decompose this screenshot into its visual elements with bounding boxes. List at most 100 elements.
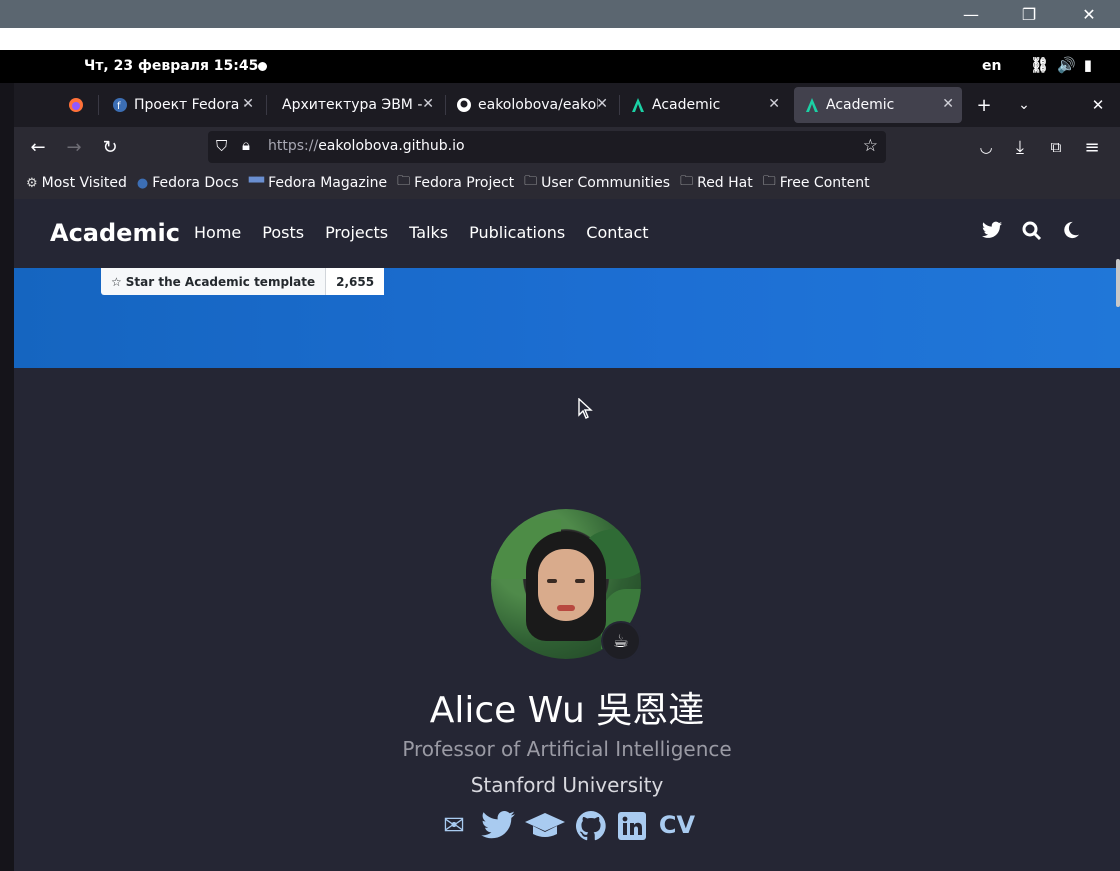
scrollbar-thumb[interactable] [1116,259,1120,307]
forward-arrow-icon[interactable]: → [62,135,86,159]
tab-close-icon[interactable]: ✕ [242,96,254,112]
bookmark-red-hat[interactable]: 🗀 Red Hat [680,172,753,194]
tab-academic-1[interactable]: Academic ✕ [620,87,788,123]
host-title-bar: — ❐ ✕ [0,0,1120,28]
menu-publications[interactable]: Publications [469,223,565,242]
site-menu: Home Posts Projects Talks Publications C… [194,223,649,242]
bookmark-label: User Communities [541,175,671,191]
host-minimize-button[interactable]: — [946,0,996,28]
fedora-icon: ● [136,175,149,191]
new-tab-button[interactable]: + [972,93,996,117]
star-count[interactable]: 2,655 [326,268,385,295]
tab-close-icon[interactable]: ✕ [942,96,954,112]
clock[interactable]: Чт, 23 февраля 15:45 [84,58,258,74]
cv-link[interactable]: CV [657,811,697,841]
reload-icon[interactable]: ↻ [98,135,122,159]
page-content: Academic Home Posts Projects Talks Publi… [14,199,1120,871]
profile-role: Professor of Artificial Intelligence [402,737,732,761]
nav-toolbar: ← → ↻ ⛉ 🔒︎ https://eakolobova.github.io … [14,127,1120,167]
bookmark-fedora-docs[interactable]: ● Fedora Docs [137,175,239,191]
url-bar[interactable]: ⛉ 🔒︎ https://eakolobova.github.io ☆ [208,131,886,163]
host-close-button[interactable]: ✕ [1064,0,1114,28]
keyboard-layout[interactable]: en [982,58,1001,74]
desktop-edge [0,83,14,871]
bookmark-free-content[interactable]: 🗀 Free Content [763,172,870,194]
folder-icon: 🗀 [680,174,694,189]
downloads-icon[interactable]: ⤓ [1008,135,1032,159]
tab-github[interactable]: eakolobova/eakol ✕ [446,87,616,123]
social-links: ✉ CV [14,811,1120,841]
github-icon[interactable] [575,811,607,841]
mouse-cursor-icon [578,398,593,419]
pocket-icon[interactable]: ◡ [974,135,998,159]
profile-organization[interactable]: Stanford University [14,773,1120,797]
menu-home[interactable]: Home [194,223,241,242]
bookmark-label: Red Hat [697,175,753,191]
url-protocol: https:// [268,138,319,154]
menu-posts[interactable]: Posts [262,223,304,242]
tab-close-icon[interactable]: ✕ [596,96,608,112]
bookmark-label: Fedora Docs [152,175,239,191]
menu-contact[interactable]: Contact [586,223,648,242]
tab-strip: f Проект Fedora — ✕ Архитектура ЭВМ - Ј … [14,83,1120,127]
bookmark-label: Most Visited [41,175,127,191]
hero-banner: ☆ Star the Academic template 2,655 [14,268,1120,368]
site-icons [982,221,1080,241]
github-star-button[interactable]: ☆ Star the Academic template 2,655 [101,268,385,295]
menu-projects[interactable]: Projects [325,223,388,242]
tab-close-icon[interactable]: ✕ [422,96,434,112]
moon-icon[interactable] [1062,221,1080,239]
url-host: eakolobova.github.io [318,138,465,154]
graduation-cap-icon[interactable] [525,811,565,839]
window-close-icon[interactable]: ✕ [1086,93,1110,117]
url-text[interactable]: https://eakolobova.github.io [268,138,465,154]
extensions-icon[interactable]: ⧉ [1044,135,1068,159]
back-arrow-icon[interactable]: ← [26,135,50,159]
host-restore-button[interactable]: ❐ [1004,0,1054,28]
github-icon [457,98,471,112]
tab-architecture[interactable]: Архитектура ЭВМ - Ј ✕ [272,87,442,123]
fm-icon: ▀▀ [248,177,265,189]
lock-icon[interactable]: 🔒︎ [242,136,250,154]
envelope-icon[interactable]: ✉ [437,811,471,841]
tab-label: Архитектура ЭВМ - Ј [282,97,422,113]
academic-logo-icon [632,98,644,112]
bookmark-label: Fedora Project [414,175,515,191]
bookmark-fedora-project[interactable]: 🗀 Fedora Project [397,172,514,194]
tab-close-icon[interactable]: ✕ [768,96,780,112]
volume-icon: 🔊 [1057,56,1076,74]
coffee-status-icon: ☕ [601,621,641,661]
tab-label: Academic [826,97,895,113]
bookmark-label: Fedora Magazine [268,175,388,191]
site-brand[interactable]: Academic [50,219,180,247]
folder-icon: 🗀 [524,174,538,189]
tab-label: Проект Fedora — [134,97,246,113]
folder-icon: 🗀 [762,174,776,189]
menu-talks[interactable]: Talks [409,223,448,242]
twitter-icon[interactable] [982,221,1002,239]
linkedin-icon[interactable] [617,811,647,841]
search-icon[interactable] [1022,221,1042,241]
system-tray[interactable]: ⛓ 🔊 ▮ [1030,56,1092,74]
twitter-icon[interactable] [481,811,515,839]
menu-hamburger-icon[interactable]: ≡ [1080,135,1104,159]
bookmark-fedora-magazine[interactable]: ▀▀ Fedora Magazine [249,175,387,191]
shield-icon[interactable]: ⛉ [216,137,227,155]
notification-dot [258,62,267,71]
gear-icon: ⚙ [26,175,38,191]
gnome-top-bar: Чт, 23 февраля 15:45 en ⛓ 🔊 ▮ [0,50,1120,83]
bookmark-most-visited[interactable]: ⚙ Most Visited [26,175,127,191]
bookmark-star-icon[interactable]: ☆ [863,136,878,156]
firefox-icon [69,98,83,112]
profile-name: Alice Wu 吳恩達 [429,690,705,731]
tab-academic-active[interactable]: Academic ✕ [794,87,962,123]
site-navbar: Academic Home Posts Projects Talks Publi… [14,199,1120,268]
list-tabs-chevron-icon[interactable]: ⌄ [1012,93,1036,117]
star-label: Star the Academic template [125,274,316,289]
firefox-view-button[interactable] [58,87,98,123]
academic-logo-icon [806,98,818,112]
tab-fedora-project[interactable]: f Проект Fedora — ✕ [102,87,262,123]
bookmark-user-communities[interactable]: 🗀 User Communities [524,172,670,194]
star-icon: ☆ [111,274,122,289]
host-menu-strip [0,28,1120,50]
